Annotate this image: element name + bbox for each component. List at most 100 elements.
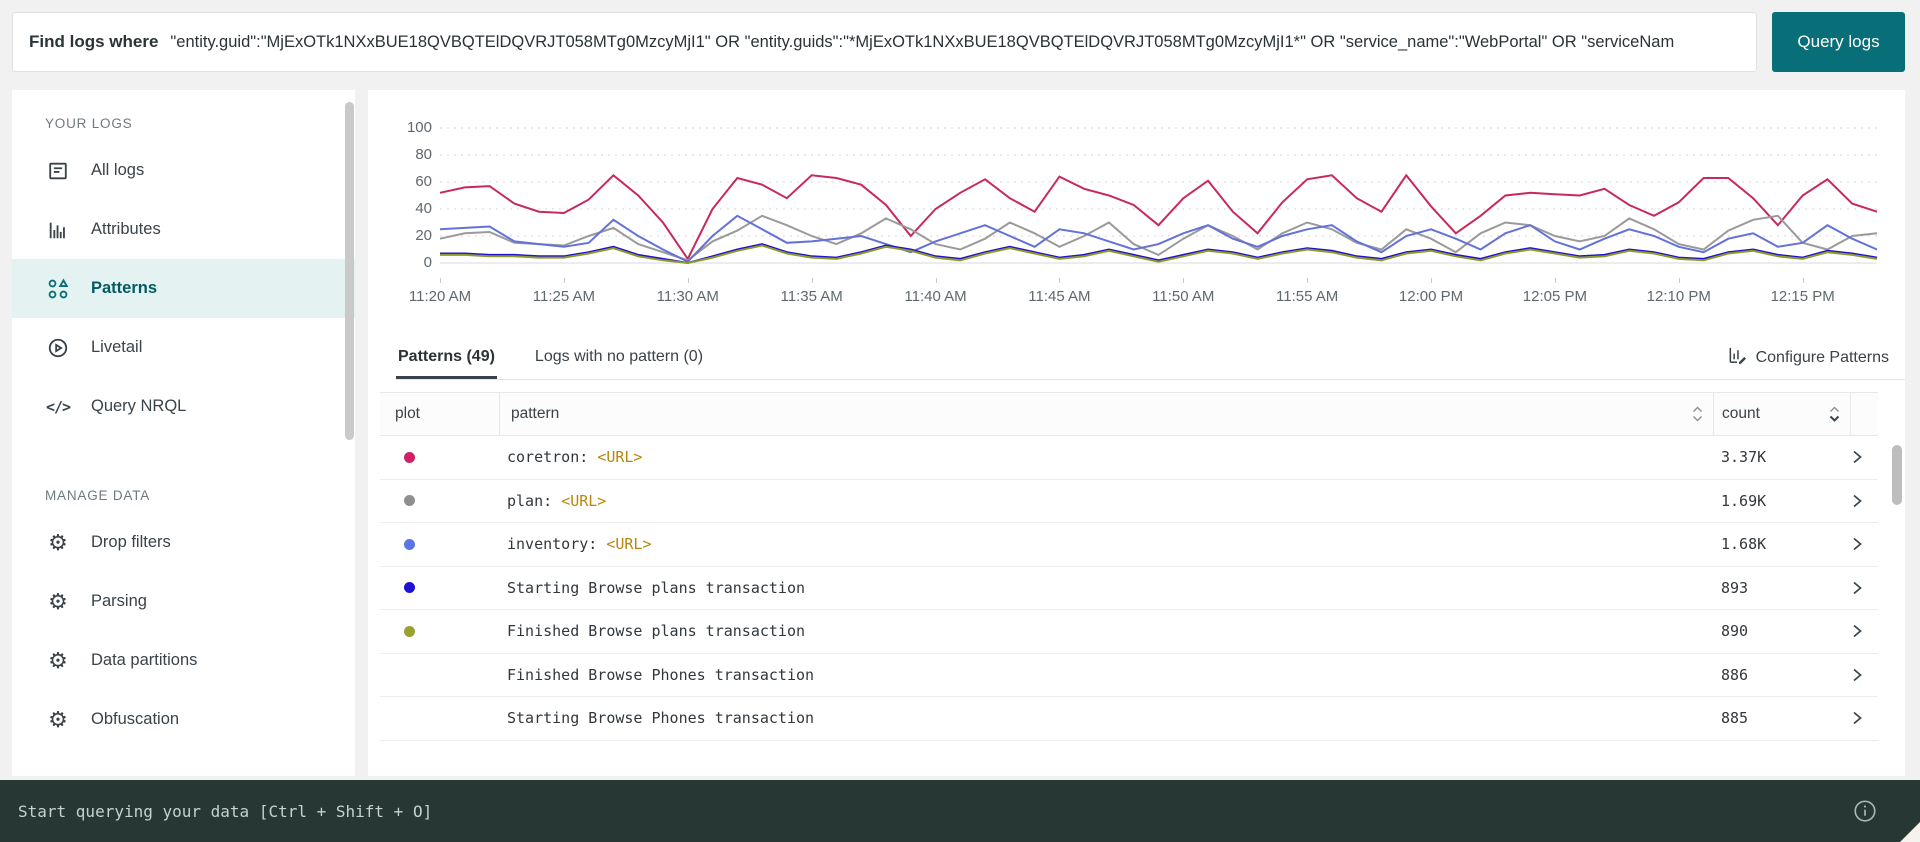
expand-row-chevron[interactable] bbox=[1850, 580, 1878, 596]
series-dot bbox=[404, 582, 415, 594]
tab-patterns[interactable]: Patterns (49) bbox=[396, 340, 497, 379]
sidebar-scrollbar[interactable] bbox=[345, 102, 354, 440]
expand-row-chevron[interactable] bbox=[1850, 623, 1878, 639]
query-logs-button[interactable]: Query logs bbox=[1772, 12, 1905, 72]
count-cell: 885 bbox=[1721, 709, 1749, 728]
sort-desc-icon-active bbox=[1829, 415, 1840, 422]
sidebar-item-patterns[interactable]: Patterns bbox=[12, 259, 355, 318]
sidebar-item-livetail[interactable]: Livetail bbox=[12, 318, 355, 377]
sort-icons[interactable] bbox=[1829, 406, 1840, 422]
x-tick-label: 12:15 PM bbox=[1770, 288, 1835, 305]
x-tick-mark bbox=[1802, 278, 1804, 283]
x-tick-mark bbox=[440, 278, 441, 283]
gear-icon: ⚙ bbox=[48, 706, 68, 732]
sort-asc-icon bbox=[1693, 406, 1702, 412]
sidebar-item-label: Obfuscation bbox=[91, 710, 180, 728]
y-tick-label: 80 bbox=[415, 146, 432, 163]
column-label: pattern bbox=[511, 405, 560, 422]
expand-row-chevron[interactable] bbox=[1850, 449, 1878, 465]
y-tick-label: 60 bbox=[415, 173, 432, 190]
sidebar-item-label: Query NRQL bbox=[91, 397, 187, 415]
plot-cell bbox=[380, 451, 500, 463]
plot-cell bbox=[380, 495, 500, 507]
column-header-pattern[interactable]: pattern bbox=[500, 393, 1713, 435]
sidebar-item-obfuscation[interactable]: ⚙ Obfuscation bbox=[12, 690, 355, 749]
url-token: <URL> bbox=[606, 535, 652, 554]
gear-icon: ⚙ bbox=[48, 588, 68, 614]
table-scrollbar[interactable] bbox=[1892, 445, 1902, 505]
configure-patterns-button[interactable]: Configure Patterns bbox=[1727, 345, 1889, 379]
configure-patterns-label: Configure Patterns bbox=[1755, 349, 1889, 366]
x-tick-label: 12:05 PM bbox=[1522, 288, 1588, 305]
table-row[interactable]: Finished Browse Phones transaction 886 bbox=[380, 653, 1878, 697]
sidebar-item-data-partitions[interactable]: ⚙ Data partitions bbox=[12, 631, 355, 690]
sort-asc-icon bbox=[1830, 406, 1839, 412]
x-tick-label: 11:55 AM bbox=[1276, 288, 1339, 305]
count-cell: 1.69K bbox=[1721, 491, 1767, 510]
sidebar-item-label: Drop filters bbox=[91, 533, 171, 551]
info-icon[interactable] bbox=[1852, 798, 1878, 829]
sidebar-item-drop-filters[interactable]: ⚙ Drop filters bbox=[12, 513, 355, 572]
pattern-cell: plan: <URL> bbox=[500, 492, 1713, 510]
sidebar-item-parsing[interactable]: ⚙ Parsing bbox=[12, 572, 355, 631]
sort-icons[interactable] bbox=[1692, 406, 1703, 422]
series-dot bbox=[404, 625, 415, 637]
table-row[interactable]: Finished Browse plans transaction 890 bbox=[380, 610, 1878, 654]
sidebar-item-label: Data partitions bbox=[91, 651, 198, 669]
configure-patterns-icon bbox=[1727, 345, 1748, 371]
expand-row-chevron[interactable] bbox=[1850, 536, 1878, 552]
series-starting-browse-plans bbox=[440, 244, 1877, 263]
expand-row-chevron[interactable] bbox=[1850, 710, 1878, 726]
code-icon: </> bbox=[45, 397, 71, 416]
gear-icon: ⚙ bbox=[48, 647, 68, 673]
sidebar-item-all-logs[interactable]: All logs bbox=[12, 141, 355, 200]
find-logs-where-label: Find logs where bbox=[29, 32, 159, 51]
pattern-cell: Finished Browse plans transaction bbox=[500, 622, 1713, 640]
table-row[interactable]: coretron: <URL> 3.37K bbox=[380, 436, 1878, 480]
x-tick-mark bbox=[1307, 278, 1309, 283]
x-tick-mark bbox=[687, 278, 689, 283]
count-cell: 3.37K bbox=[1721, 448, 1767, 467]
sidebar-item-query-nrql[interactable]: </> Query NRQL bbox=[12, 377, 355, 436]
pattern-text: Finished Browse Phones transaction bbox=[507, 665, 815, 684]
x-tick-label: 12:10 PM bbox=[1646, 288, 1711, 305]
x-tick-mark bbox=[1059, 278, 1061, 283]
sidebar-item-attributes[interactable]: Attributes bbox=[12, 200, 355, 259]
pattern-cell: Finished Browse Phones transaction bbox=[500, 666, 1713, 684]
sidebar-item-label: Parsing bbox=[91, 592, 147, 610]
url-token: <URL> bbox=[597, 448, 643, 467]
x-tick-mark bbox=[1554, 278, 1556, 283]
table-row[interactable]: Starting Browse plans transaction 893 bbox=[380, 566, 1878, 610]
column-label: count bbox=[1722, 405, 1760, 422]
expand-row-chevron[interactable] bbox=[1850, 667, 1878, 683]
x-tick-mark bbox=[935, 278, 937, 283]
count-cell: 1.68K bbox=[1721, 535, 1767, 554]
corner-fold bbox=[1900, 822, 1920, 842]
x-tick-mark bbox=[1431, 278, 1433, 283]
table-row[interactable]: plan: <URL> 1.69K bbox=[380, 479, 1878, 523]
query-bar: Find logs where bbox=[12, 12, 1757, 72]
query-input[interactable] bbox=[170, 13, 1756, 71]
expand-row-chevron[interactable] bbox=[1850, 493, 1878, 509]
pattern-cell: Starting Browse Phones transaction bbox=[500, 709, 1713, 727]
table-row[interactable]: inventory: <URL> 1.68K bbox=[380, 523, 1878, 567]
patterns-shapes-icon bbox=[45, 276, 71, 302]
column-header-count[interactable]: count bbox=[1713, 393, 1850, 435]
column-header-plot[interactable]: plot bbox=[380, 393, 500, 435]
tab-logs-no-pattern[interactable]: Logs with no pattern (0) bbox=[533, 340, 705, 379]
count-cell: 890 bbox=[1721, 622, 1749, 641]
patterns-tab-row: Patterns (49) Logs with no pattern (0) C… bbox=[396, 342, 1905, 380]
x-tick-label: 11:20 AM bbox=[408, 288, 472, 305]
pattern-cell: coretron: <URL> bbox=[500, 448, 1713, 466]
document-lines-icon bbox=[45, 158, 71, 184]
x-tick-label: 12:00 PM bbox=[1398, 288, 1464, 305]
y-tick-label: 0 bbox=[423, 254, 432, 271]
count-cell: 886 bbox=[1721, 665, 1749, 684]
query-console-bar[interactable]: Start querying your data [Ctrl + Shift +… bbox=[0, 780, 1920, 842]
chart-plot-area bbox=[440, 128, 1877, 263]
column-label: plot bbox=[395, 405, 420, 422]
count-cell: 893 bbox=[1721, 578, 1749, 597]
sidebar-item-label: Patterns bbox=[91, 279, 158, 297]
x-tick-label: 11:45 AM bbox=[1028, 288, 1091, 305]
table-row[interactable]: Starting Browse Phones transaction 885 bbox=[380, 697, 1878, 741]
